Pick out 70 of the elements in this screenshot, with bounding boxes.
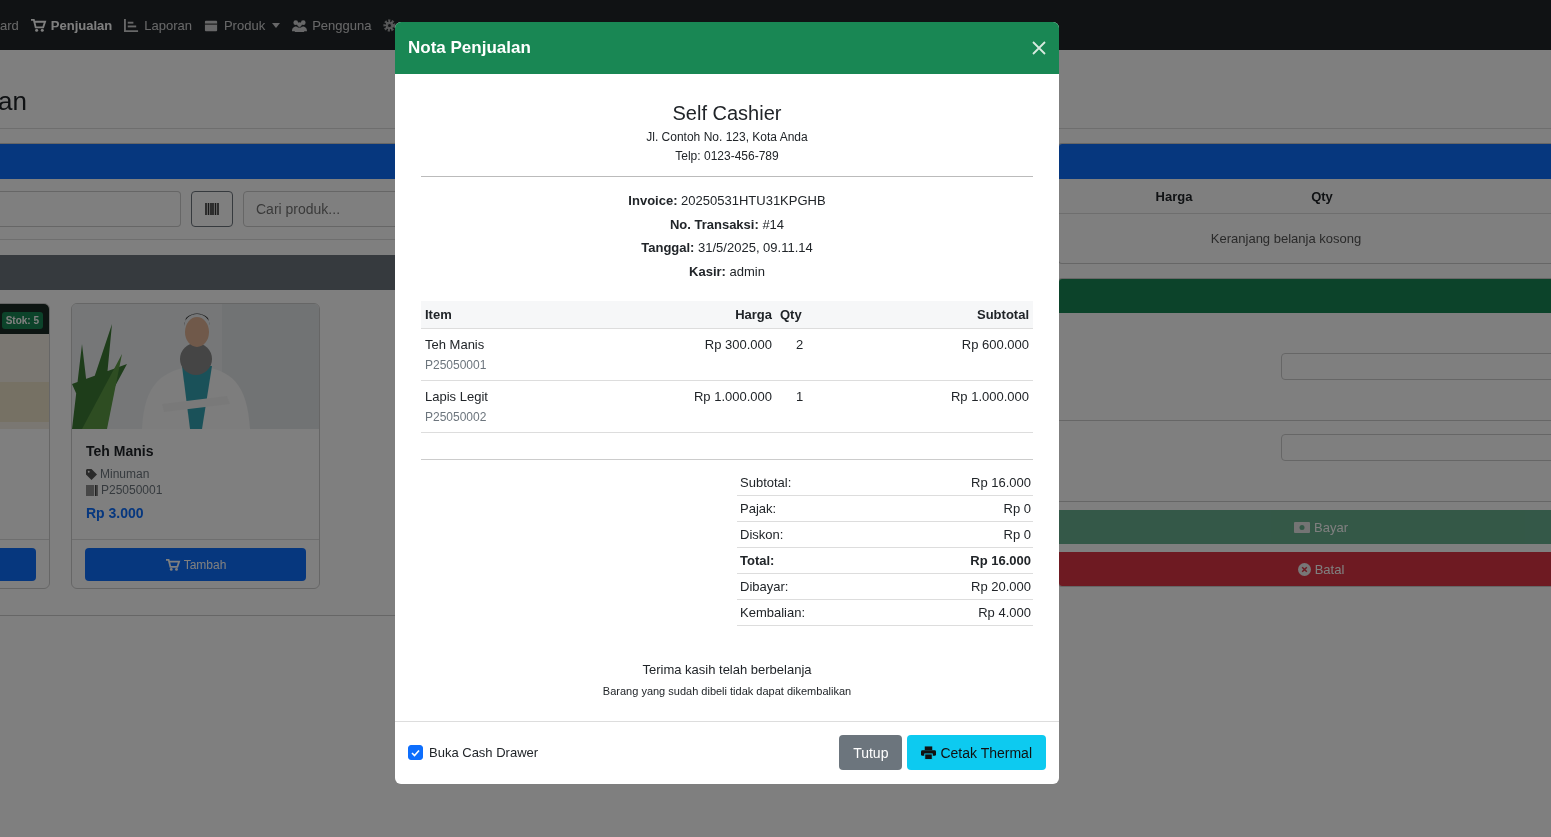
store-name: Self Cashier — [671, 102, 783, 125]
cancel-icon — [1297, 562, 1311, 576]
print-button[interactable]: Cetak Thermal — [907, 735, 1046, 770]
users-icon — [291, 17, 309, 33]
summary-label: Total: — [740, 553, 775, 568]
printer-icon — [921, 745, 937, 760]
input-field[interactable] — [1281, 353, 1551, 380]
product-code: P25050001 — [101, 483, 163, 497]
item-name: Teh Manis — [425, 337, 485, 352]
column-header: Qty — [1310, 188, 1334, 204]
barcode-icon — [205, 203, 219, 215]
cart-icon — [164, 557, 181, 572]
thanks-note: Terima kasih telah berbelanja — [641, 662, 813, 677]
item-name: Lapis Legit — [425, 389, 488, 404]
item-code: P25050002 — [425, 409, 488, 426]
empty-message: Keranjang belanja kosong — [1209, 230, 1363, 248]
chart-icon — [123, 17, 141, 33]
close-button[interactable]: Tutup — [839, 735, 903, 770]
tag-icon — [86, 468, 97, 480]
column-header: Item — [424, 307, 453, 322]
item-subtotal: Rp 600.000 — [961, 337, 1029, 352]
checkbox-label: Buka Cash Drawer — [429, 745, 539, 760]
summary-label: Pajak: — [740, 501, 777, 516]
cart-icon — [29, 17, 47, 33]
check-icon — [411, 748, 420, 757]
item-qty: 1 — [796, 389, 804, 404]
item-code: P25050001 — [425, 357, 488, 374]
add-button[interactable]: Tambah — [85, 548, 306, 581]
summary-value: Rp 16.000 — [971, 475, 1031, 490]
nav-link[interactable]: Pengguna — [291, 17, 372, 33]
item-price: Rp 300.000 — [704, 337, 772, 352]
barcode-button[interactable] — [191, 191, 233, 227]
return-note: Barang yang sudah dibeli tidak dapat dikembalikan — [601, 685, 853, 697]
nav-link[interactable]: Penjualan — [29, 17, 113, 33]
barcode-icon — [86, 484, 98, 496]
column-header: Harga — [1154, 188, 1194, 204]
summary-value: Rp 0 — [1003, 501, 1031, 516]
item-subtotal: Rp 1.000.000 — [950, 389, 1029, 404]
receipt-info: Tanggal: 31/5/2025, 09.11.14 — [640, 239, 814, 257]
column-header: Qty — [779, 307, 803, 322]
checkbox[interactable] — [408, 745, 423, 760]
store-phone: Telp: 0123-456-789 — [674, 149, 780, 163]
product-price: Rp 3.000 — [86, 505, 145, 521]
store-address: Jl. Contoh No. 123, Kota Anda — [645, 130, 809, 144]
nav-link[interactable]: Produk — [202, 17, 281, 33]
summary-label: Dibayar: — [740, 579, 789, 594]
close-button[interactable] — [1031, 40, 1047, 56]
item-price: Rp 1.000.000 — [693, 389, 772, 404]
close-icon — [1031, 40, 1047, 56]
stock-badge: Stok: 5 — [1, 312, 43, 329]
summary-value: Rp 16.000 — [970, 553, 1031, 568]
summary-value: Rp 20.000 — [971, 579, 1031, 594]
receipt-info: Kasir: admin — [688, 262, 766, 281]
nav-link[interactable]: Laporan — [123, 17, 192, 33]
summary-value: Rp 0 — [1003, 527, 1031, 542]
product-name: Teh Manis — [86, 443, 155, 459]
nav-link[interactable]: ard — [0, 17, 19, 33]
cancel-button[interactable]: Batal — [1059, 552, 1551, 586]
column-header: Harga — [734, 307, 773, 322]
summary-value: Rp 4.000 — [978, 605, 1031, 620]
item-qty: 2 — [796, 337, 804, 352]
column-header: Subtotal — [976, 307, 1030, 322]
product-category: Minuman — [100, 467, 150, 481]
summary-label: Diskon: — [740, 527, 784, 542]
receipt-info: No. Transaksi: #14 — [668, 215, 786, 234]
summary-label: Subtotal: — [740, 475, 792, 490]
receipt-info: Invoice: 20250531HTU31KPGHB — [627, 192, 827, 210]
input-field[interactable] — [1281, 434, 1551, 461]
summary-label: Kembalian: — [740, 605, 806, 620]
input-field[interactable] — [0, 191, 181, 227]
